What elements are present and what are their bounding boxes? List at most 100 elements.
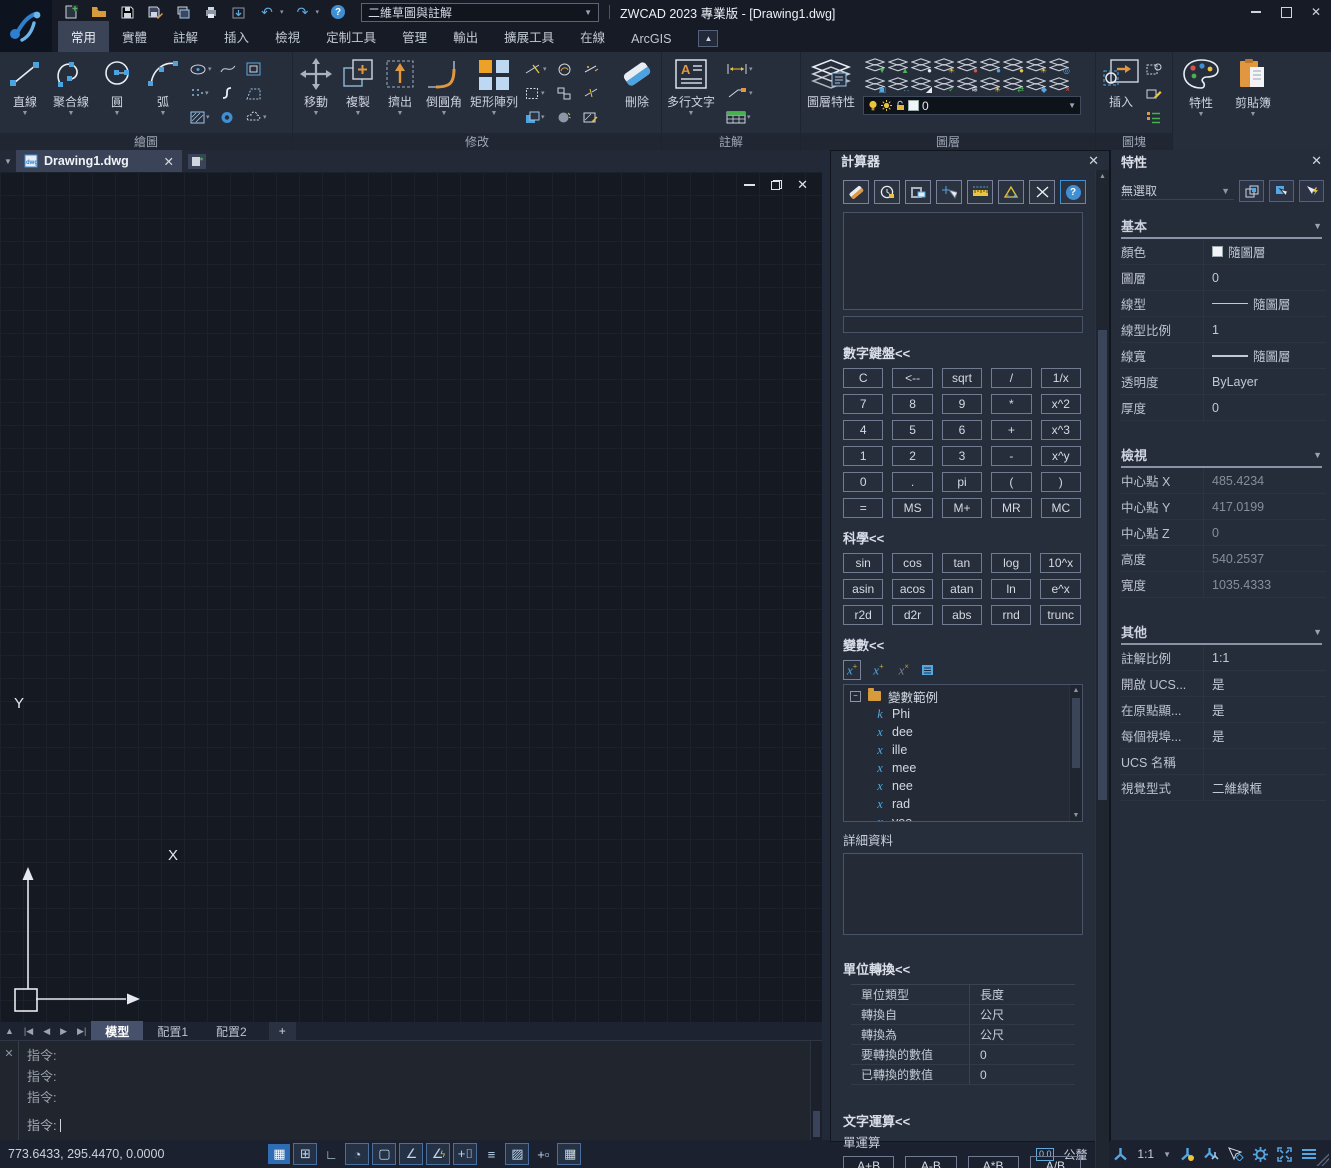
tab-online[interactable]: 在線 xyxy=(567,21,618,52)
section-other[interactable]: 其他 ▼ xyxy=(1121,622,1322,645)
layer-thaw-icon[interactable]: ☀ xyxy=(1024,55,1047,74)
scientific-section-title[interactable]: 科學<< xyxy=(843,528,1089,547)
calc-history-icon[interactable] xyxy=(874,180,900,204)
undo-caret-icon[interactable]: ▾ xyxy=(280,8,284,16)
document-tab-close-icon[interactable]: ✕ xyxy=(164,154,174,169)
edit-block-icon[interactable] xyxy=(1146,83,1170,103)
layer-isolate-icon[interactable]: ▼ xyxy=(863,55,886,74)
settings-gear-icon[interactable] xyxy=(1253,1147,1268,1162)
layer-change-icon[interactable]: ◢ xyxy=(909,74,932,93)
unit-row[interactable]: 單位類型長度 xyxy=(851,985,1075,1005)
draw-order-icon[interactable]: ▾ xyxy=(525,107,557,127)
calc-key-decimal[interactable]: . xyxy=(892,472,932,492)
calc-key-open-paren[interactable]: ( xyxy=(991,472,1031,492)
save-icon[interactable] xyxy=(118,4,136,20)
unit-conversion-title[interactable]: 單位轉換<< xyxy=(843,959,1089,978)
tab-layout1[interactable]: 配置1 xyxy=(143,1021,202,1042)
calc-key-cube[interactable]: x^3 xyxy=(1041,420,1081,440)
layer-freeze-icon[interactable]: ● xyxy=(1001,55,1024,74)
calc-key-7[interactable]: 7 xyxy=(843,394,883,414)
dynamic-input-icon[interactable]: +⌷ xyxy=(453,1143,477,1165)
window-maximize-button[interactable] xyxy=(1271,1,1301,23)
calc-key-cos[interactable]: cos xyxy=(892,553,932,573)
redo-caret-icon[interactable]: ▾ xyxy=(316,8,320,16)
tab-view[interactable]: 檢視 xyxy=(262,21,313,52)
polyline-button[interactable]: 聚合線▼ xyxy=(48,55,94,118)
ortho-mode-icon[interactable]: ∟ xyxy=(320,1144,342,1164)
window-minimize-button[interactable] xyxy=(1241,1,1271,23)
circle-button[interactable]: 圓▼ xyxy=(94,55,140,118)
calc-get-coordinates-icon[interactable] xyxy=(936,180,962,204)
variables-tree[interactable]: − 變數範例 kPhi xdee xille xmee xnee xrad xv… xyxy=(843,684,1083,822)
variables-scrollbar[interactable]: ▲▼ xyxy=(1069,685,1082,821)
next-layout-icon[interactable]: ▶ xyxy=(55,1026,72,1037)
calc-key-abs[interactable]: abs xyxy=(942,605,982,625)
section-view[interactable]: 檢視 ▼ xyxy=(1121,445,1322,468)
trim-icon[interactable]: ▾ xyxy=(525,59,557,79)
lineweight-icon[interactable]: ≡ xyxy=(480,1144,502,1164)
table-icon[interactable]: ▾ xyxy=(726,107,770,127)
delete-duplicate-icon[interactable] xyxy=(583,59,609,79)
annotation-scale-caret-icon[interactable]: ▼ xyxy=(1163,1150,1171,1159)
calc-key-atan[interactable]: atan xyxy=(942,579,982,599)
calc-measure-angle-icon[interactable] xyxy=(998,180,1024,204)
auto-annotation-scale-icon[interactable] xyxy=(1204,1147,1219,1162)
calc-key-mr[interactable]: MR xyxy=(991,498,1031,518)
region-icon[interactable] xyxy=(246,83,272,103)
section-basic[interactable]: 基本 ▼ xyxy=(1121,216,1322,239)
layer-unisolate-icon[interactable]: ▲ xyxy=(886,55,909,74)
calculator-scrollbar[interactable]: ▲▼ xyxy=(1095,170,1109,1168)
layer-on-all-icon[interactable]: ☀ xyxy=(932,55,955,74)
calc-key-close-paren[interactable]: ) xyxy=(1041,472,1081,492)
op-divide-button[interactable]: A/B xyxy=(1030,1156,1081,1168)
unit-row[interactable]: 轉換自公尺 xyxy=(851,1005,1075,1025)
calc-key-mplus[interactable]: M+ xyxy=(942,498,982,518)
variables-section-title[interactable]: 變數<< xyxy=(843,635,1089,654)
calc-key-tan[interactable]: tan xyxy=(942,553,982,573)
calc-key-equals[interactable]: = xyxy=(843,498,883,518)
insert-block-button[interactable]: 插入 xyxy=(1098,55,1144,110)
calc-key-9[interactable]: 9 xyxy=(942,394,982,414)
mtext-button[interactable]: A 多行文字▼ xyxy=(664,55,718,118)
annotation-scale-icon[interactable] xyxy=(1113,1147,1128,1162)
plot-icon[interactable] xyxy=(174,4,192,20)
calc-key-square[interactable]: x^2 xyxy=(1041,394,1081,414)
erase-button[interactable]: 刪除 xyxy=(615,55,659,110)
layer-walk-icon[interactable]: ◎ xyxy=(1047,55,1070,74)
doc-tab-menu-icon[interactable]: ▼ xyxy=(0,157,16,166)
calc-key-rnd[interactable]: rnd xyxy=(991,605,1031,625)
tree-collapse-icon[interactable]: − xyxy=(850,691,861,702)
calculator-header[interactable]: 計算器 ✕ xyxy=(831,151,1109,170)
ellipse-icon[interactable]: ▾ xyxy=(190,59,220,79)
tab-annotate[interactable]: 註解 xyxy=(160,21,211,52)
calc-clear-x-icon[interactable] xyxy=(1029,180,1055,204)
calc-key-8[interactable]: 8 xyxy=(892,394,932,414)
calc-key-power[interactable]: x^y xyxy=(1041,446,1081,466)
doc-restore-button[interactable] xyxy=(771,180,781,190)
new-variable-icon[interactable]: x+ xyxy=(843,660,861,680)
variable-row[interactable]: xdee xyxy=(850,723,1069,741)
calc-key-ln[interactable]: ln xyxy=(991,579,1031,599)
layer-copy-objects-icon[interactable]: ≋ xyxy=(955,74,978,93)
layer-lock-icon[interactable]: ● xyxy=(955,55,978,74)
calc-key-2[interactable]: 2 xyxy=(892,446,932,466)
unit-row[interactable]: 已轉換的數值0 xyxy=(851,1065,1075,1085)
command-line-window[interactable]: ✕ 指令: 指令: 指令: 指令: xyxy=(0,1040,822,1141)
variable-folder-row[interactable]: − 變數範例 xyxy=(850,687,1069,705)
edit-hatch-icon[interactable] xyxy=(583,107,609,127)
layer-combo[interactable]: 0 ▼ xyxy=(863,96,1081,115)
calculator-close-icon[interactable]: ✕ xyxy=(1088,153,1099,169)
window-close-button[interactable]: ✕ xyxy=(1301,1,1331,23)
variable-row[interactable]: xille xyxy=(850,741,1069,759)
selection-filter-icon[interactable] xyxy=(1228,1147,1244,1161)
layer-off-icon[interactable]: ● xyxy=(909,55,932,74)
calc-key-6[interactable]: 6 xyxy=(942,420,982,440)
calc-key-plus[interactable]: + xyxy=(991,420,1031,440)
redo-icon[interactable]: ↷ xyxy=(294,4,312,20)
calc-key-ex[interactable]: e^x xyxy=(1040,579,1081,599)
calculator-history-box[interactable] xyxy=(843,212,1083,310)
break-icon[interactable] xyxy=(583,83,609,103)
calc-key-1[interactable]: 1 xyxy=(843,446,883,466)
undo-icon[interactable]: ↶ xyxy=(258,4,276,20)
properties-panel-button[interactable]: 特性 ▼ xyxy=(1177,52,1225,150)
